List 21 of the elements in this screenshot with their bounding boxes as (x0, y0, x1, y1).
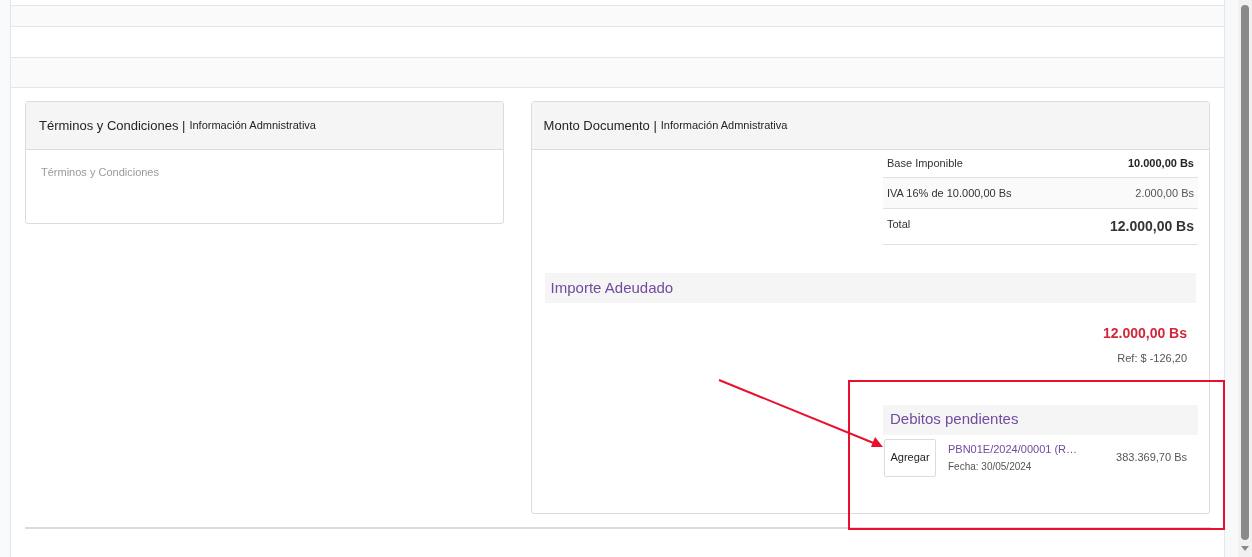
total-label: Total (887, 217, 911, 232)
document-amount: 383.369,70 Bs (1116, 450, 1188, 466)
document-link[interactable]: PBN01E/2024/00001 (R… (948, 440, 1108, 458)
card-subtitle: Información Admnistrativa (660, 118, 788, 134)
scrollbar[interactable] (1238, 0, 1252, 557)
section-title: Importe Adeudado (550, 277, 674, 298)
card-title: Términos y Condiciones | (39, 116, 186, 135)
total-value: 12.000,00 Bs (1109, 217, 1194, 236)
section-title: Debitos pendientes (890, 409, 1019, 430)
document-date: Fecha: 30/05/2024 (948, 460, 1033, 475)
terms-field[interactable]: Términos y Condiciones (41, 164, 488, 192)
total-label: Base Imponible (887, 156, 963, 172)
card-subtitle: Información Admnistrativa (189, 118, 316, 134)
total-value: 10.000,00 Bs (1127, 156, 1194, 172)
card-title: Monto Documento | (543, 116, 657, 135)
add-button[interactable]: Agregar (884, 438, 936, 477)
amount-due: 12.000,00 Bs (1102, 324, 1187, 343)
scroll-down-icon[interactable] (1241, 546, 1249, 551)
total-value: 2.000,00 Bs (1135, 185, 1194, 201)
total-label: IVA 16% de 10.000,00 Bs (887, 185, 1012, 201)
reference-amount: Ref: $ -126,20 (1117, 351, 1187, 366)
